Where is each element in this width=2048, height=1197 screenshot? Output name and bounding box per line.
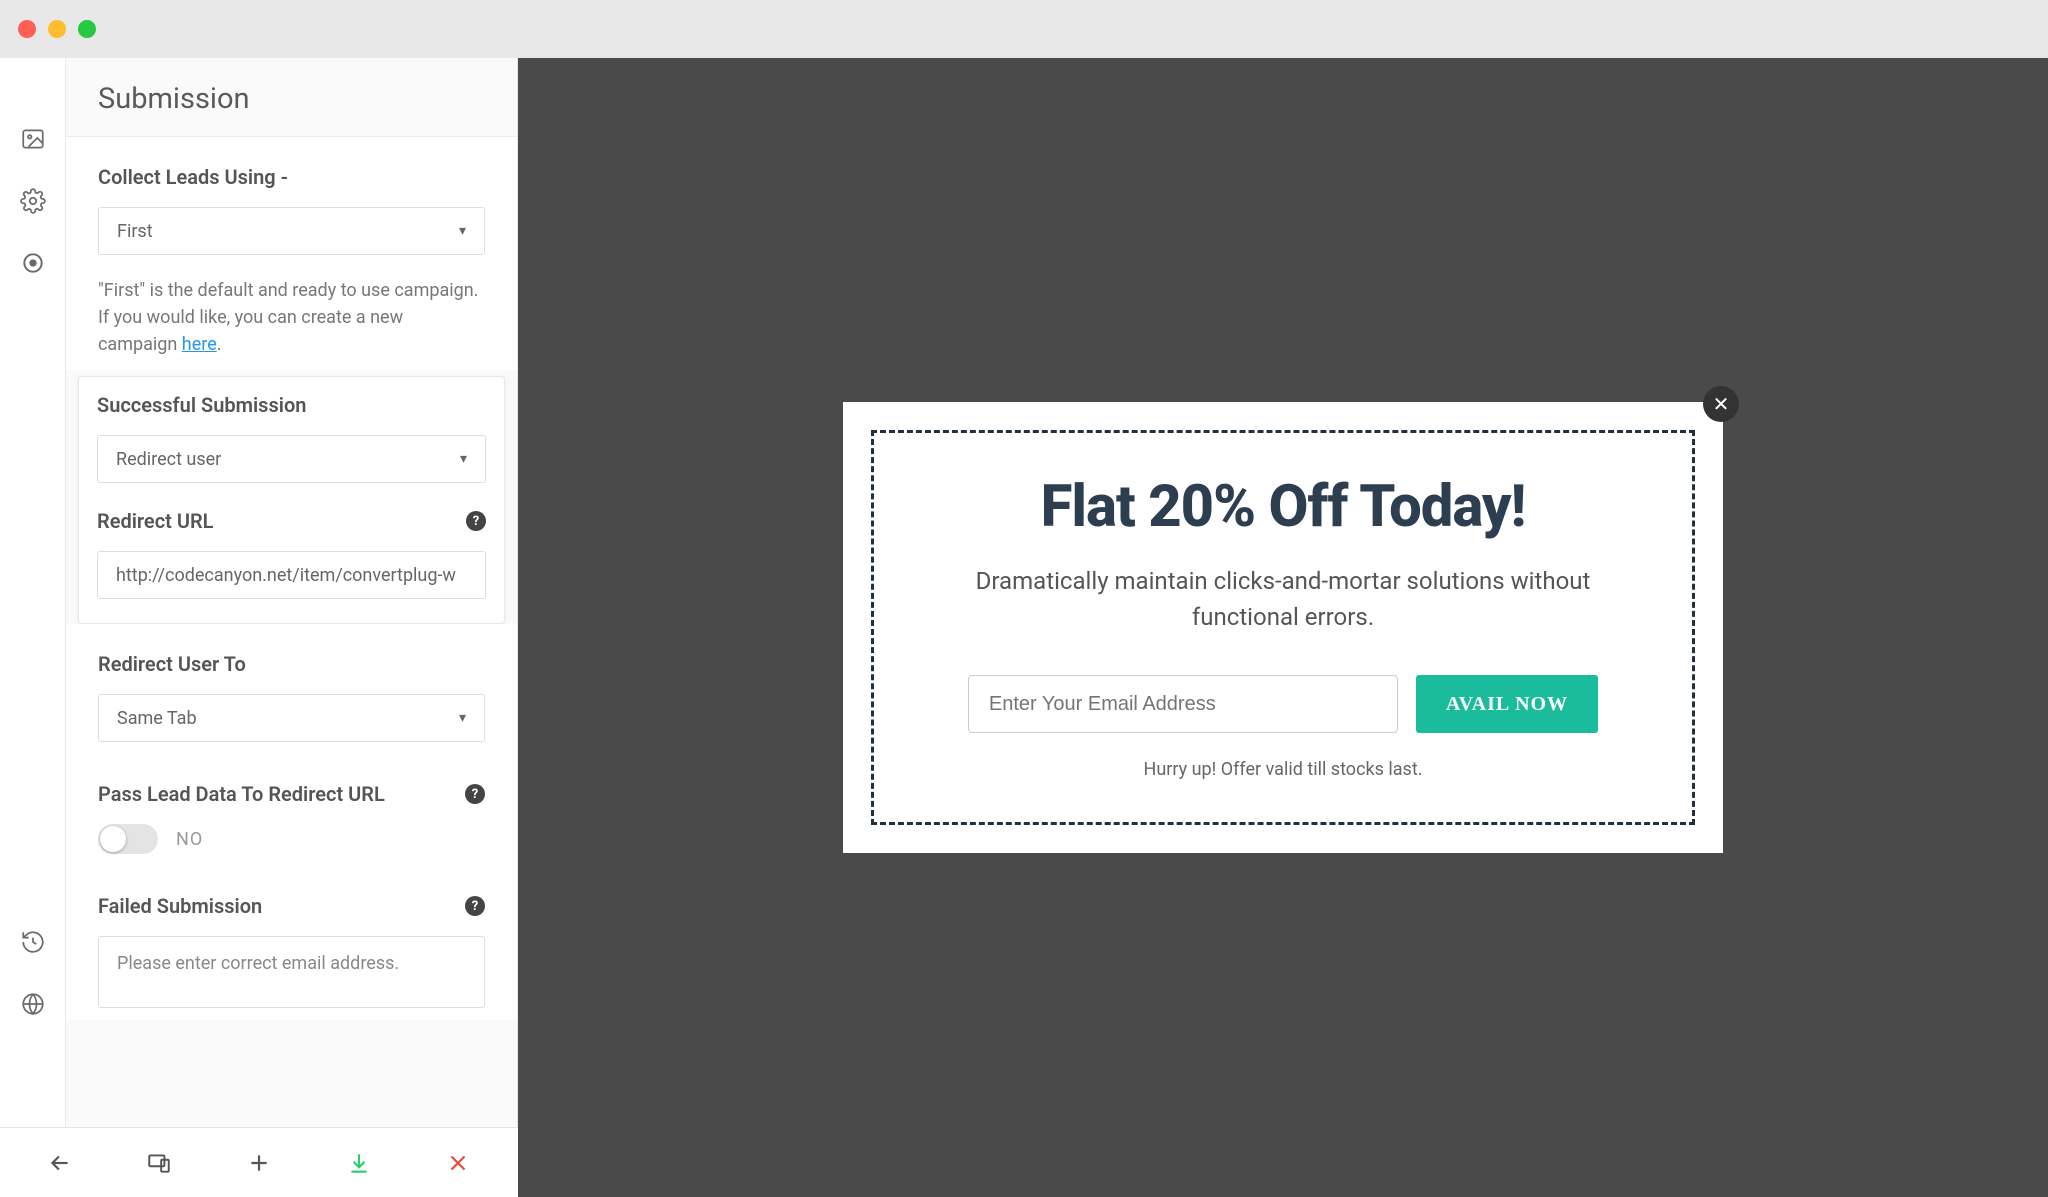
window-close-dot[interactable] — [18, 20, 36, 38]
collect-leads-label: Collect Leads Using - — [98, 165, 485, 189]
failed-submission-textarea[interactable]: Please enter correct email address. — [98, 936, 485, 1008]
help-icon[interactable]: ? — [465, 896, 485, 916]
image-icon[interactable] — [20, 126, 46, 152]
email-input[interactable] — [968, 675, 1398, 733]
back-icon[interactable] — [45, 1148, 75, 1178]
collect-leads-note: "First" is the default and ready to use … — [98, 277, 485, 358]
modal-heading: Flat 20% Off Today! — [930, 473, 1636, 541]
icon-rail — [0, 58, 66, 1197]
cancel-icon[interactable] — [443, 1148, 473, 1178]
target-icon[interactable] — [20, 250, 46, 276]
help-icon[interactable]: ? — [466, 511, 486, 531]
redirect-url-input[interactable]: http://codecanyon.net/item/convertplug-w — [97, 551, 486, 599]
close-icon[interactable]: ✕ — [1703, 386, 1739, 422]
pass-lead-label: Pass Lead Data To Redirect URL ? — [98, 782, 485, 806]
avail-now-button[interactable]: AVAIL NOW — [1416, 675, 1598, 733]
preview-canvas: ✕ Flat 20% Off Today! Dramatically maint… — [518, 58, 2048, 1197]
popup-modal: ✕ Flat 20% Off Today! Dramatically maint… — [843, 402, 1723, 853]
successful-submission-select[interactable]: Redirect user — [97, 435, 486, 483]
sidebar-header: Submission — [66, 58, 517, 137]
sidebar-panel: Submission Collect Leads Using - First "… — [66, 58, 518, 1197]
successful-submission-card: Successful Submission Redirect user Redi… — [78, 376, 505, 624]
redirect-to-select[interactable]: Same Tab — [98, 694, 485, 742]
plus-icon[interactable] — [244, 1148, 274, 1178]
modal-footnote: Hurry up! Offer valid till stocks last. — [930, 759, 1636, 780]
window-maximize-dot[interactable] — [78, 20, 96, 38]
toggle-state-label: NO — [176, 829, 203, 850]
window-minimize-dot[interactable] — [48, 20, 66, 38]
redirect-url-label: Redirect URL ? — [97, 509, 486, 533]
successful-submission-label: Successful Submission — [97, 393, 486, 417]
sidebar-title: Submission — [98, 82, 485, 116]
modal-subheading: Dramatically maintain clicks-and-mortar … — [930, 563, 1636, 635]
help-icon[interactable]: ? — [465, 784, 485, 804]
history-icon[interactable] — [20, 929, 46, 955]
bottom-toolbar — [0, 1127, 518, 1197]
create-campaign-link[interactable]: here — [182, 334, 217, 355]
window-titlebar — [0, 0, 2048, 58]
redirect-to-label: Redirect User To — [98, 652, 485, 676]
download-icon[interactable] — [344, 1148, 374, 1178]
devices-icon[interactable] — [144, 1148, 174, 1178]
globe-icon[interactable] — [20, 991, 46, 1017]
collect-leads-select[interactable]: First — [98, 207, 485, 255]
failed-submission-label: Failed Submission ? — [98, 894, 485, 918]
gear-icon[interactable] — [20, 188, 46, 214]
pass-lead-toggle[interactable] — [98, 824, 158, 854]
